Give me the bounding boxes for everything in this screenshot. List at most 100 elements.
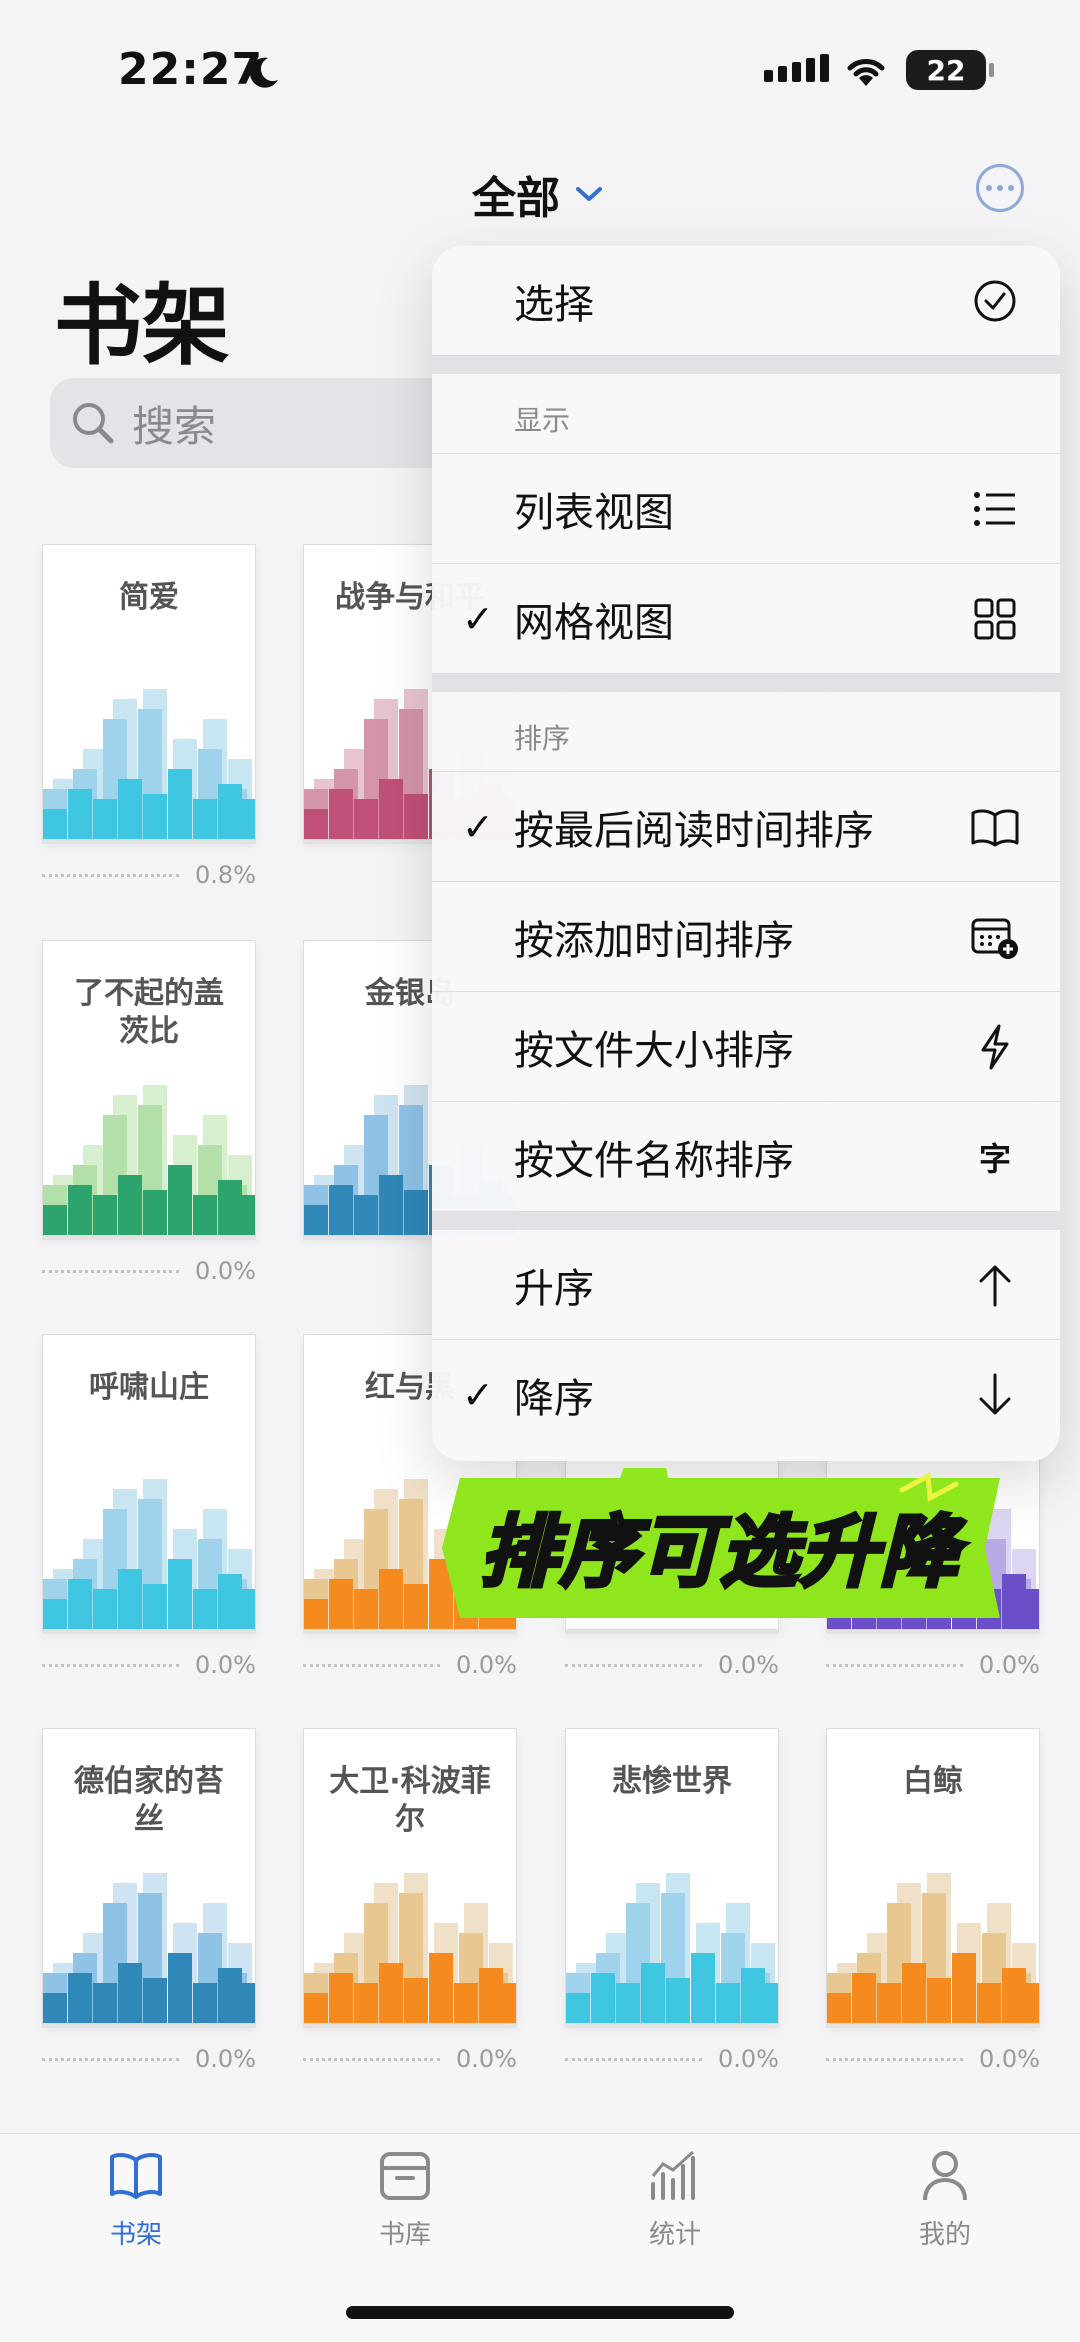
progress-row: 0.0% bbox=[42, 1256, 256, 1286]
filter-dropdown[interactable]: 全部 bbox=[472, 162, 604, 226]
progress-percent: 0.0% bbox=[195, 1257, 256, 1285]
options-menu: 选择 显示 列表视图 ✓ 网格视图 排序 ✓ 按最后阅读时间排序 按添加时间排序… bbox=[432, 246, 1060, 1461]
menu-item-sort-last-read[interactable]: ✓ 按最后阅读时间排序 bbox=[432, 772, 1060, 882]
arrow-up-icon bbox=[970, 1260, 1020, 1310]
skyline-illustration bbox=[43, 1085, 255, 1235]
menu-item-select[interactable]: 选择 bbox=[432, 246, 1060, 356]
book-cover: 德伯家的苔丝 bbox=[42, 1728, 256, 2024]
book-open-icon bbox=[110, 2153, 162, 2199]
checkmark-icon: ✓ bbox=[462, 596, 494, 641]
moon-icon bbox=[249, 57, 278, 88]
section-header: 排序 bbox=[514, 722, 571, 755]
grid-icon bbox=[970, 594, 1020, 644]
checkmark-circle-icon bbox=[970, 276, 1020, 326]
progress-dots bbox=[826, 1663, 964, 1667]
progress-dots bbox=[565, 1663, 703, 1667]
progress-percent: 0.0% bbox=[195, 2045, 256, 2073]
progress-percent: 0.0% bbox=[456, 1651, 517, 1679]
progress-dots bbox=[565, 2057, 703, 2061]
arrow-down-icon bbox=[970, 1370, 1020, 1420]
book-title: 白鲸 bbox=[903, 1764, 963, 1799]
progress-row: 0.0% bbox=[303, 2044, 517, 2074]
menu-item-descending[interactable]: ✓ 降序 bbox=[432, 1340, 1060, 1450]
tab-bookshelf[interactable]: 书架 bbox=[36, 2150, 236, 2251]
list-icon bbox=[970, 484, 1020, 534]
book-cover: 呼啸山庄 bbox=[42, 1334, 256, 1630]
menu-item-grid-view[interactable]: ✓ 网格视图 bbox=[432, 564, 1060, 674]
bar-chart-icon bbox=[651, 2150, 695, 2200]
person-icon bbox=[923, 2151, 967, 2201]
progress-percent: 0.0% bbox=[718, 1651, 779, 1679]
progress-dots bbox=[826, 2057, 964, 2061]
book-card[interactable]: 简爱 0.8% bbox=[42, 544, 256, 890]
tab-label: 统计 bbox=[648, 2220, 701, 2250]
tab-library[interactable]: 书库 bbox=[305, 2150, 505, 2251]
status-time: 22:27 bbox=[118, 44, 264, 95]
progress-dots bbox=[42, 1663, 180, 1667]
menu-item-sort-added[interactable]: 按添加时间排序 bbox=[432, 882, 1060, 992]
progress-percent: 0.0% bbox=[979, 1651, 1040, 1679]
book-cover: 白鲸 bbox=[826, 1728, 1040, 2024]
menu-separator bbox=[432, 356, 1060, 374]
menu-item-label: 按文件大小排序 bbox=[514, 1027, 794, 1074]
book-card[interactable]: 德伯家的苔丝 0.0% bbox=[42, 1728, 256, 2074]
cellular-signal-icon bbox=[764, 54, 829, 82]
search-icon bbox=[73, 403, 114, 444]
book-cover: 简爱 bbox=[42, 544, 256, 840]
menu-section-display: 显示 bbox=[432, 374, 1060, 454]
menu-item-label: 降序 bbox=[514, 1376, 594, 1422]
menu-section-sort: 排序 bbox=[432, 692, 1060, 772]
book-title: 呼啸山庄 bbox=[89, 1370, 209, 1405]
progress-row: 0.0% bbox=[42, 1650, 256, 1680]
menu-item-label: 升序 bbox=[514, 1265, 594, 1312]
menu-item-ascending[interactable]: 升序 bbox=[432, 1230, 1060, 1340]
menu-item-list-view[interactable]: 列表视图 bbox=[432, 454, 1060, 564]
progress-percent: 0.0% bbox=[456, 2045, 517, 2073]
progress-dots bbox=[42, 2057, 180, 2061]
menu-item-label: 按最后阅读时间排序 bbox=[514, 807, 874, 854]
skyline-illustration bbox=[566, 1873, 778, 2023]
tab-profile[interactable]: 我的 bbox=[845, 2150, 1045, 2251]
calendar-add-icon bbox=[970, 912, 1020, 962]
menu-item-sort-size[interactable]: 按文件大小排序 bbox=[432, 992, 1060, 1102]
menu-separator bbox=[432, 1212, 1060, 1230]
book-title: 了不起的盖茨比 bbox=[74, 976, 224, 1049]
progress-dots bbox=[303, 1663, 441, 1667]
progress-percent: 0.8% bbox=[195, 861, 256, 889]
home-indicator bbox=[346, 2306, 734, 2319]
page-title: 书架 bbox=[54, 274, 231, 377]
book-cover: 悲惨世界 bbox=[565, 1728, 779, 2024]
wifi-icon bbox=[847, 59, 885, 86]
book-card[interactable]: 呼啸山庄 0.0% bbox=[42, 1334, 256, 1680]
book-open-icon bbox=[970, 802, 1020, 852]
callout-text: 排序可选升降 bbox=[478, 1506, 961, 1600]
filter-label: 全部 bbox=[472, 173, 560, 224]
book-title: 德伯家的苔丝 bbox=[74, 1764, 224, 1837]
character-icon: 字 bbox=[978, 1139, 1011, 1178]
tab-label: 书库 bbox=[378, 2220, 431, 2250]
progress-dots bbox=[42, 873, 180, 877]
book-title: 悲惨世界 bbox=[612, 1764, 732, 1799]
battery-indicator: 22 bbox=[906, 50, 994, 90]
menu-item-label: 按添加时间排序 bbox=[514, 917, 794, 964]
menu-separator bbox=[432, 674, 1060, 692]
menu-item-label: 列表视图 bbox=[514, 489, 674, 536]
menu-item-label: 网格视图 bbox=[514, 599, 674, 646]
progress-row: 0.0% bbox=[826, 1650, 1040, 1680]
progress-row: 0.0% bbox=[42, 2044, 256, 2074]
book-card[interactable]: 悲惨世界 0.0% bbox=[565, 1728, 779, 2074]
tab-statistics[interactable]: 统计 bbox=[575, 2150, 775, 2251]
book-card[interactable]: 大卫·科波菲尔 0.0% bbox=[303, 1728, 517, 2074]
search-placeholder: 搜索 bbox=[132, 401, 217, 451]
more-options-button[interactable] bbox=[976, 164, 1024, 212]
book-card[interactable]: 白鲸 0.0% bbox=[826, 1728, 1040, 2074]
progress-percent: 0.0% bbox=[195, 1651, 256, 1679]
menu-item-label: 按文件名称排序 bbox=[514, 1137, 794, 1184]
skyline-illustration bbox=[827, 1873, 1039, 2023]
menu-item-sort-name[interactable]: 按文件名称排序 字 bbox=[432, 1102, 1060, 1212]
checkmark-icon: ✓ bbox=[462, 804, 494, 849]
progress-percent: 0.0% bbox=[718, 2045, 779, 2073]
tab-label: 我的 bbox=[918, 2220, 971, 2250]
book-card[interactable]: 了不起的盖茨比 0.0% bbox=[42, 940, 256, 1286]
tab-label: 书架 bbox=[109, 2220, 162, 2250]
